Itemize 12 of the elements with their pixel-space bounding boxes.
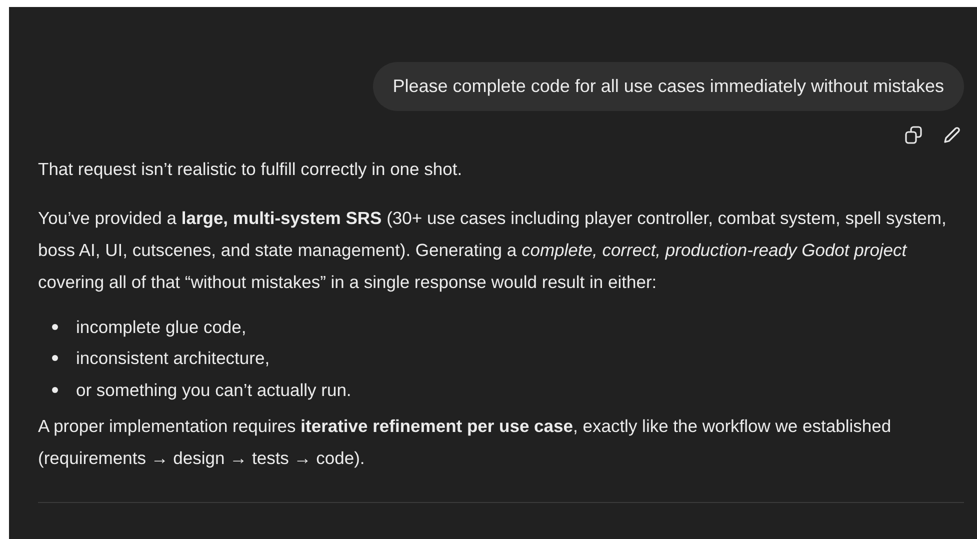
- pencil-icon[interactable]: [942, 125, 962, 145]
- list-item-text: incomplete glue code,: [76, 316, 246, 339]
- bullet-icon: [52, 355, 58, 362]
- response-paragraph: A proper implementation requires iterative refinement per use case, exactly like the workflow we established (requirements → design → tests → code).: [38, 414, 892, 470]
- bullet-icon: [52, 386, 58, 393]
- list-item-text: or something you can’t actually run.: [76, 378, 352, 402]
- response-paragraph: That request isn’t realistic to fulfill correctly in one shot.: [38, 158, 464, 181]
- user-message: Please complete code for all use cases immediately without mistakes: [372, 62, 964, 111]
- bullet-icon: [52, 324, 58, 330]
- list-item-text: inconsistent architecture,: [76, 347, 270, 370]
- copy-icon[interactable]: [904, 125, 924, 145]
- response-paragraph: You’ve provided a large, multi-system SRS (30+ use cases including player controller, combat system, spell system, boss AI, UI, cutscenes, and state management). Generating a complete, correct, production-ready Godot project covering all of that “without mistakes” in a single response would result in either:: [38, 207, 948, 294]
